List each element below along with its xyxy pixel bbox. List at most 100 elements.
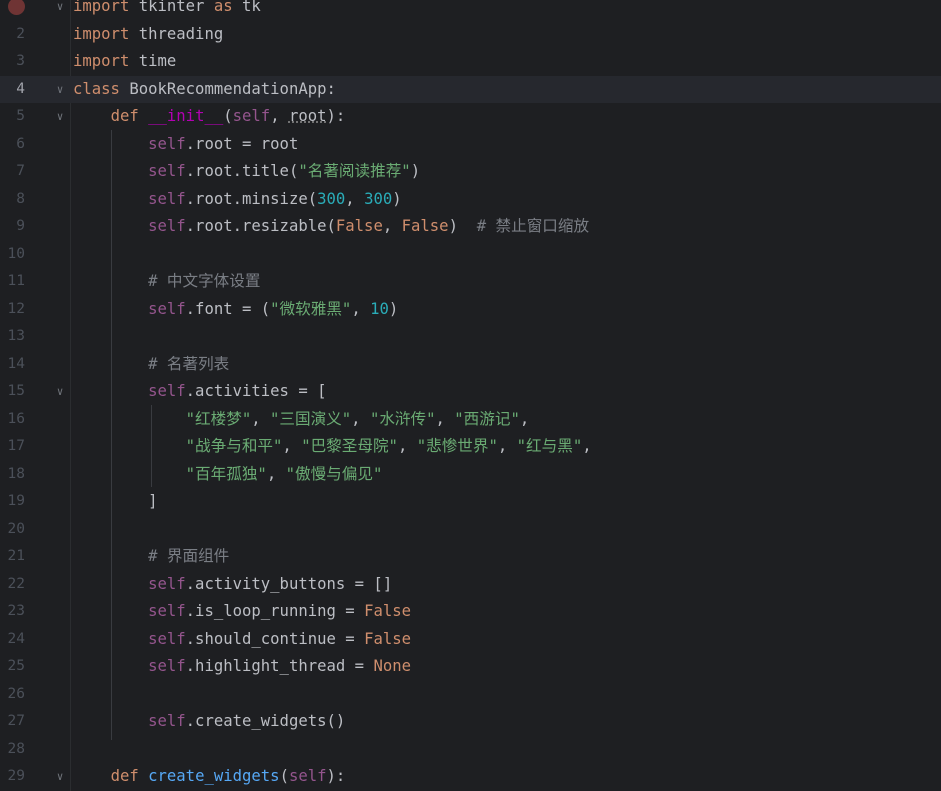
code-token: , xyxy=(351,299,371,318)
code-text[interactable]: self.root = root xyxy=(73,131,298,159)
code-text[interactable]: ] xyxy=(73,488,157,516)
code-line[interactable]: 27 self.create_widgets() xyxy=(0,708,941,736)
code-token: .should_continue = xyxy=(185,629,365,648)
code-line[interactable]: 9 self.root.resizable(False, False) # 禁止… xyxy=(0,213,941,241)
code-text[interactable]: self.font = ("微软雅黑", 10) xyxy=(73,296,398,324)
code-token: BookRecommendationApp: xyxy=(119,79,336,98)
code-text[interactable]: class BookRecommendationApp: xyxy=(73,76,336,104)
code-text[interactable]: # 中文字体设置 xyxy=(73,268,260,296)
code-token: "傲慢与偏见" xyxy=(285,464,383,483)
code-token: .activity_buttons = [] xyxy=(185,574,393,593)
code-token: def xyxy=(110,107,139,125)
code-token: self xyxy=(148,657,186,675)
code-line[interactable]: 22 self.activity_buttons = [] xyxy=(0,571,941,599)
code-token: "微软雅黑" xyxy=(270,299,352,318)
line-number: 14 xyxy=(7,355,25,372)
code-text[interactable]: # 名著列表 xyxy=(73,351,229,379)
line-number: 3 xyxy=(16,53,25,69)
code-text[interactable]: self.root.resizable(False, False) # 禁止窗口… xyxy=(73,213,589,241)
code-text[interactable]: self.highlight_thread = None xyxy=(73,653,411,681)
code-token: self xyxy=(148,299,186,318)
code-token: self xyxy=(148,162,186,180)
code-token: .root = root xyxy=(185,134,299,153)
fold-chevron-icon[interactable]: ∨ xyxy=(54,0,66,21)
code-token: self xyxy=(148,189,186,208)
code-text[interactable]: import time xyxy=(73,48,176,76)
code-text[interactable]: self.should_continue = False xyxy=(73,626,411,654)
code-token: , xyxy=(382,217,402,235)
code-line[interactable]: ∨ import tkinter as tk xyxy=(0,0,941,21)
code-line[interactable]: 16 "红楼梦", "三国演义", "水浒传", "西游记", xyxy=(0,406,941,434)
code-token: .font = ( xyxy=(185,299,271,318)
code-line[interactable]: 6 self.root = root xyxy=(0,131,941,159)
code-text[interactable]: "百年孤独", "傲慢与偏见" xyxy=(73,461,383,489)
code-line[interactable]: 25 self.highlight_thread = None xyxy=(0,653,941,681)
code-text[interactable]: def create_widgets(self): xyxy=(73,763,346,791)
code-line[interactable]: 5 ∨ def __init__(self, root): xyxy=(0,103,941,131)
code-text[interactable]: self.is_loop_running = False xyxy=(73,598,411,626)
code-text[interactable]: def __init__(self, root): xyxy=(73,103,346,131)
code-line[interactable]: 15 ∨ self.activities = [ xyxy=(0,378,941,406)
line-number: 29 xyxy=(7,768,25,784)
code-line[interactable]: 29 ∨ def create_widgets(self): xyxy=(0,763,941,791)
line-number: 2 xyxy=(16,25,25,42)
code-token: "红楼梦" xyxy=(185,409,252,428)
line-number: 6 xyxy=(16,135,25,152)
code-token: , xyxy=(397,437,417,455)
code-text[interactable]: self.activity_buttons = [] xyxy=(73,571,392,599)
breakpoint-icon[interactable] xyxy=(8,0,25,15)
code-token: ) xyxy=(448,217,477,235)
code-token: create_widgets xyxy=(148,767,280,785)
code-line[interactable]: 17 "战争与和平", "巴黎圣母院", "悲惨世界", "红与黑", xyxy=(0,433,941,461)
code-line[interactable]: 11 # 中文字体设置 xyxy=(0,268,941,296)
code-text[interactable]: self.root.minsize(300, 300) xyxy=(73,186,402,214)
code-token: "巴黎圣母院" xyxy=(301,437,398,455)
code-line[interactable]: 3 import time xyxy=(0,48,941,76)
code-line[interactable]: 23 self.is_loop_running = False xyxy=(0,598,941,626)
code-text[interactable]: "红楼梦", "三国演义", "水浒传", "西游记", xyxy=(73,406,530,434)
code-line[interactable]: 24 self.should_continue = False xyxy=(0,626,941,654)
fold-chevron-icon[interactable]: ∨ xyxy=(54,763,66,791)
code-token: .root.title( xyxy=(185,162,299,180)
code-line[interactable]: 2 import threading xyxy=(0,21,941,49)
code-line[interactable]: 21 # 界面组件 xyxy=(0,543,941,571)
code-token: False xyxy=(401,217,449,235)
code-token: # 中文字体设置 xyxy=(148,272,261,290)
code-line[interactable]: 7 self.root.title("名著阅读推荐") xyxy=(0,158,941,186)
code-token: , xyxy=(497,437,517,455)
code-token: self xyxy=(148,574,186,593)
code-token: self xyxy=(148,602,186,620)
code-editor[interactable]: ∨ import tkinter as tk 2 import threading 3 i… xyxy=(0,0,941,791)
code-line[interactable]: 14 # 名著列表 xyxy=(0,351,941,379)
code-token: 300 xyxy=(364,189,393,208)
code-line[interactable]: 18 "百年孤独", "傲慢与偏见" xyxy=(0,461,941,489)
code-text[interactable]: import tkinter as tk xyxy=(73,0,261,21)
code-text[interactable]: self.root.title("名著阅读推荐") xyxy=(73,158,420,186)
line-number: 19 xyxy=(7,493,25,509)
code-line[interactable]: 13 xyxy=(0,323,941,351)
code-text[interactable]: # 界面组件 xyxy=(73,543,229,571)
code-token: "水浒传" xyxy=(369,409,436,428)
fold-chevron-icon[interactable]: ∨ xyxy=(54,76,66,104)
code-line[interactable]: 10 xyxy=(0,241,941,269)
fold-chevron-icon[interactable]: ∨ xyxy=(54,378,66,406)
code-token: ( xyxy=(223,107,233,125)
code-line[interactable]: 8 self.root.minsize(300, 300) xyxy=(0,186,941,214)
code-line[interactable]: 12 self.font = ("微软雅黑", 10) xyxy=(0,296,941,324)
code-line[interactable]: 4 ∨ class BookRecommendationApp: xyxy=(0,75,941,104)
code-line[interactable]: 26 xyxy=(0,681,941,709)
code-text[interactable]: import threading xyxy=(73,21,223,49)
code-token: 10 xyxy=(370,299,389,318)
code-line[interactable]: 20 xyxy=(0,516,941,544)
line-number: 9 xyxy=(16,218,25,234)
code-token: import xyxy=(73,52,130,70)
code-text[interactable]: self.create_widgets() xyxy=(73,708,345,736)
fold-chevron-icon[interactable]: ∨ xyxy=(54,103,66,131)
code-line[interactable]: 28 xyxy=(0,736,941,764)
code-token: def xyxy=(110,767,139,785)
code-line[interactable]: 19 ] xyxy=(0,488,941,516)
code-token: ): xyxy=(326,767,346,785)
